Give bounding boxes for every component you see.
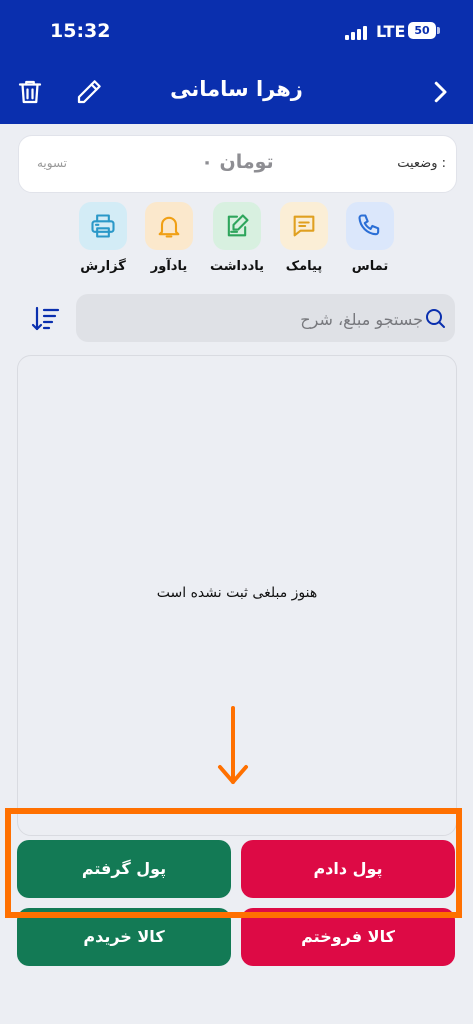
received-money-button[interactable]: پول گرفتم	[17, 840, 231, 898]
search-icon	[423, 306, 447, 330]
search-input[interactable]	[86, 294, 425, 344]
battery-tip	[437, 27, 440, 34]
message-icon	[280, 202, 328, 250]
sold-goods-button[interactable]: کالا فروختم	[241, 908, 455, 966]
settled-badge: تسویه	[37, 156, 68, 170]
note-edit-icon	[213, 202, 261, 250]
header-bar: 15:32 LTE 50 زهرا سامانی	[0, 0, 473, 124]
reminder-action[interactable]: یادآور	[139, 202, 199, 274]
page-title: زهرا سامانی	[170, 77, 303, 101]
empty-state-text: هنوز مبلغی ثبت نشده است	[156, 585, 318, 601]
battery-icon: 50	[408, 22, 436, 39]
call-label: تماس	[351, 259, 389, 274]
sort-icon[interactable]	[28, 302, 62, 336]
sms-action[interactable]: پیامک	[274, 202, 334, 274]
balance-amount: ۰ تومان	[201, 151, 274, 173]
printer-icon	[79, 202, 127, 250]
bell-icon	[145, 202, 193, 250]
phone-icon	[346, 202, 394, 250]
report-label: گزارش	[80, 259, 126, 274]
status-time: 15:32	[50, 20, 111, 42]
note-action[interactable]: یادداشت	[207, 202, 267, 274]
gave-money-button[interactable]: پول دادم	[241, 840, 455, 898]
call-action[interactable]: تماس	[340, 202, 400, 274]
search-box[interactable]	[76, 294, 455, 344]
sms-label: پیامک	[285, 259, 323, 274]
report-action[interactable]: گزارش	[73, 202, 133, 274]
bought-goods-button[interactable]: کالا خریدم	[17, 908, 231, 966]
reminder-label: یادآور	[150, 259, 188, 274]
signal-icon	[345, 24, 371, 40]
arrow-down-icon	[216, 705, 250, 787]
network-label: LTE	[376, 22, 406, 41]
balance-status-card: وضعیت : ۰ تومان تسویه	[18, 135, 457, 193]
note-label: یادداشت	[209, 259, 265, 274]
chevron-right-icon[interactable]	[425, 77, 455, 107]
